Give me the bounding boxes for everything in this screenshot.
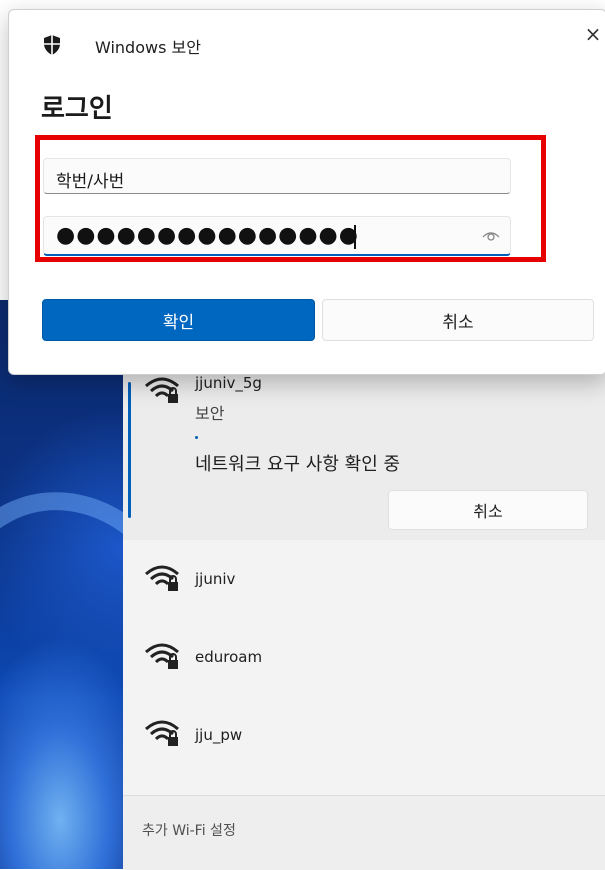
- cancel-connect-button[interactable]: 취소: [388, 490, 588, 530]
- more-wifi-settings-link[interactable]: 추가 Wi-Fi 설정: [142, 820, 236, 840]
- shield-icon: [44, 35, 60, 55]
- windows-security-dialog: Windows 보안 × 로그인 학번/사번 ●●●●●●●●●●●●●●● 확…: [8, 9, 605, 375]
- ok-button[interactable]: 확인: [42, 299, 315, 341]
- text-caret: [354, 225, 356, 249]
- wifi-secured-icon: [145, 720, 179, 746]
- username-field[interactable]: 학번/사번: [43, 158, 511, 194]
- wifi-secured-icon: [145, 565, 179, 591]
- wifi-secured-icon: [145, 377, 179, 403]
- eye-icon[interactable]: [482, 229, 500, 243]
- network-name: jju_pw: [195, 726, 243, 744]
- password-field[interactable]: ●●●●●●●●●●●●●●●: [43, 216, 511, 256]
- selection-indicator: [128, 382, 131, 518]
- network-name: jjuniv_5g: [195, 374, 262, 392]
- network-name: jjuniv: [195, 570, 236, 588]
- password-masked-value: ●●●●●●●●●●●●●●●: [56, 223, 359, 248]
- dialog-title: Windows 보안: [95, 38, 201, 57]
- username-value: 학번/사번: [56, 172, 125, 192]
- close-icon[interactable]: ×: [579, 20, 605, 48]
- progress-dot: [195, 436, 198, 439]
- wifi-network-panel: jjuniv_5g 보안 네트워크 요구 사항 확인 중 취소 jjuniv e…: [123, 340, 605, 870]
- wifi-secured-icon: [145, 643, 179, 669]
- desktop-wallpaper: [0, 300, 239, 869]
- network-name: eduroam: [195, 648, 263, 666]
- wifi-footer: 추가 Wi-Fi 설정: [123, 795, 605, 870]
- dialog-heading: 로그인: [41, 94, 113, 124]
- cancel-button[interactable]: 취소: [322, 299, 594, 341]
- network-status: 네트워크 요구 사항 확인 중: [195, 454, 401, 475]
- network-security-label: 보안: [195, 404, 225, 423]
